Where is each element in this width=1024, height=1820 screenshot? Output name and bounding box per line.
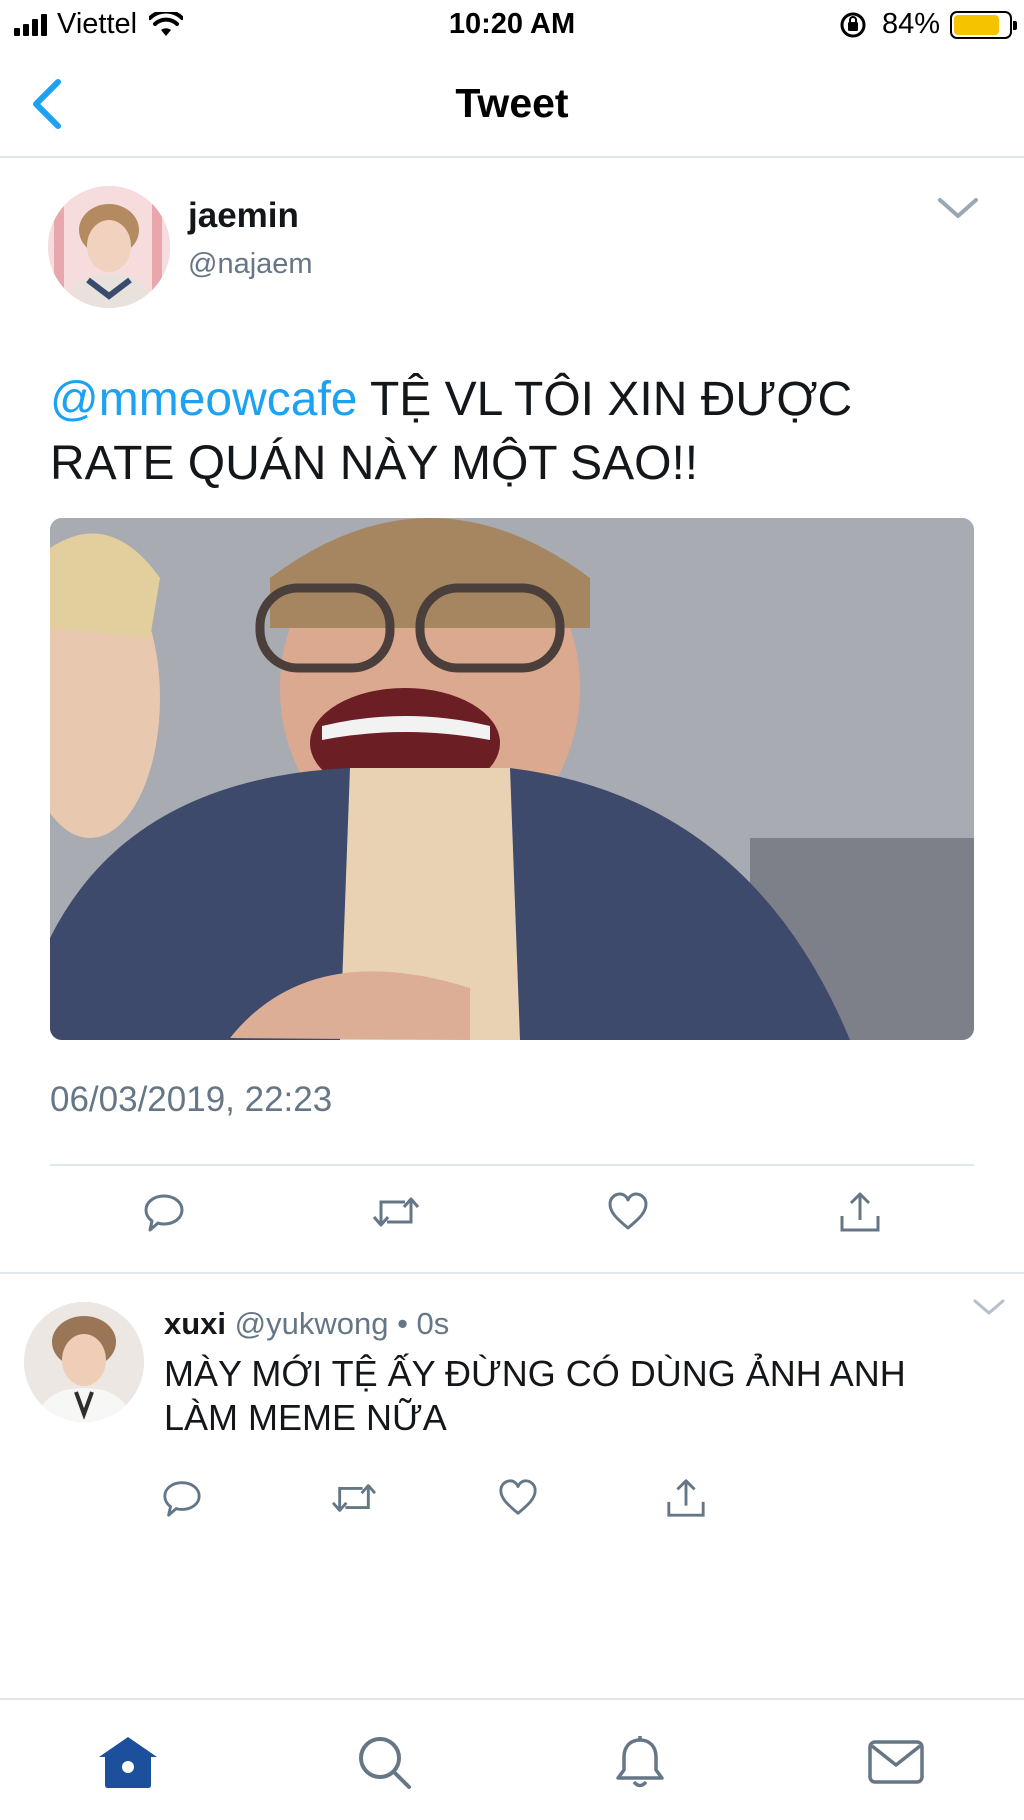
reply-author-name[interactable]: xuxi <box>164 1306 226 1341</box>
reply-text: MÀY MỚI TỆ ẤY ĐỪNG CÓ DÙNG ẢNH ANH LÀM M… <box>164 1353 906 1438</box>
chevron-down-icon[interactable] <box>936 194 980 224</box>
battery-fill <box>954 14 1000 35</box>
messages-icon <box>868 1740 924 1784</box>
share-button[interactable] <box>654 1466 718 1530</box>
mention-link[interactable]: @mmeowcafe <box>50 373 357 426</box>
author-handle[interactable]: @najaem <box>188 248 313 281</box>
reply-icon <box>144 1194 184 1232</box>
retweet-button[interactable] <box>322 1466 386 1530</box>
share-button[interactable] <box>828 1180 892 1244</box>
share-icon <box>840 1192 880 1232</box>
page-title: Tweet <box>455 80 569 126</box>
nav-bar: Tweet <box>0 52 1024 158</box>
reply-button[interactable] <box>132 1180 196 1244</box>
author-name[interactable]: jaemin <box>188 196 299 236</box>
avatar-image <box>48 186 170 308</box>
tab-notifications[interactable] <box>608 1730 672 1794</box>
reply-button[interactable] <box>150 1466 214 1530</box>
reply-tweet[interactable]: xuxi @yukwong • 0s MÀY MỚI TỆ ẤY ĐỪNG CÓ… <box>0 1276 1024 1696</box>
share-icon <box>667 1479 705 1517</box>
tab-home[interactable] <box>96 1730 160 1794</box>
photo-image <box>50 518 974 1040</box>
chevron-down-icon[interactable] <box>972 1296 1006 1320</box>
notifications-icon <box>616 1736 664 1788</box>
avatar[interactable] <box>24 1302 144 1422</box>
retweet-button[interactable] <box>364 1180 428 1244</box>
tweet-detail: jaemin @najaem @mmeowcafe TỆ VL TÔI XIN … <box>0 160 1024 1274</box>
reply-icon <box>163 1481 201 1517</box>
status-bar: Viettel 10:20 AM 84% <box>0 0 1024 52</box>
battery-icon <box>950 10 1017 39</box>
tab-bar <box>0 1698 1024 1820</box>
divider <box>50 1164 974 1166</box>
search-icon <box>359 1737 411 1789</box>
battery-percent: 84% <box>881 8 940 40</box>
tab-search[interactable] <box>352 1730 416 1794</box>
tweet-actions <box>0 1180 1024 1260</box>
tweet-timestamp: 06/03/2019, 22:23 <box>50 1080 333 1119</box>
retweet-icon <box>331 1484 377 1512</box>
like-button[interactable] <box>596 1180 660 1244</box>
like-icon <box>608 1192 648 1230</box>
home-icon <box>99 1737 157 1788</box>
avatar[interactable] <box>48 186 170 308</box>
reply-actions <box>0 1466 1024 1530</box>
tweet-photo[interactable] <box>50 518 974 1040</box>
tweet-text: @mmeowcafe TỆ VL TÔI XIN ĐƯỢC RATE QUÁN … <box>50 368 970 496</box>
like-button[interactable] <box>486 1466 550 1530</box>
retweet-icon <box>372 1197 420 1227</box>
reply-meta: @yukwong • 0s <box>226 1306 450 1341</box>
reply-header: xuxi @yukwong • 0s <box>164 1306 449 1342</box>
avatar-image <box>24 1302 144 1422</box>
orientation-lock-icon <box>840 12 866 37</box>
tab-messages[interactable] <box>864 1730 928 1794</box>
like-icon <box>499 1479 537 1515</box>
status-right: 84% <box>838 8 1017 41</box>
